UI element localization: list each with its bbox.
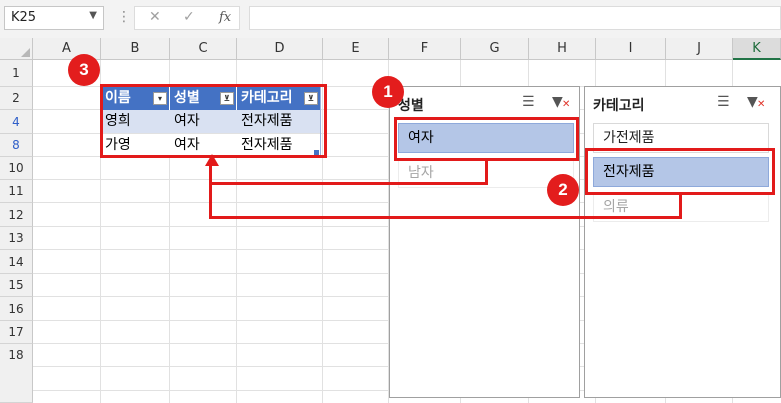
table-cell[interactable]: 여자 <box>170 110 237 133</box>
column-header[interactable]: I <box>596 38 666 60</box>
row-header[interactable]: 4 <box>0 110 33 134</box>
column-header[interactable]: B <box>101 38 170 60</box>
table-header-cell[interactable]: 이름 ▾ <box>101 87 170 110</box>
column-header[interactable]: D <box>237 38 323 60</box>
row-header[interactable]: 11 <box>0 180 33 203</box>
clear-filter-icon[interactable]: ✕ <box>562 99 570 110</box>
row-header[interactable]: 15 <box>0 274 33 297</box>
filter-applied-icon[interactable]: ⊻ <box>220 92 234 105</box>
badge-two: 2 <box>547 174 579 206</box>
row-header[interactable]: 16 <box>0 297 33 321</box>
grid-line <box>322 60 323 403</box>
row-header[interactable]: 14 <box>0 250 33 274</box>
select-all-triangle-icon <box>21 48 30 57</box>
column-header[interactable]: E <box>323 38 389 60</box>
slicer-gender: 성별 ☰ ▼ ✕ 여자 남자 <box>389 86 580 398</box>
row-header[interactable]: 10 <box>0 157 33 180</box>
formula-bar: K25 ▼ ⋮ ✕ ✓ fx <box>0 0 781 39</box>
row-header[interactable]: 18 <box>0 344 33 403</box>
connector-line <box>209 216 682 219</box>
row-header[interactable]: 2 <box>0 87 33 110</box>
slicer-category-title: 카테고리 <box>593 98 645 114</box>
table-cell[interactable]: 전자제품 <box>237 134 321 157</box>
cancel-icon[interactable]: ✕ <box>149 9 161 25</box>
multi-select-icon[interactable]: ☰ <box>717 94 730 110</box>
formula-input[interactable] <box>249 6 781 30</box>
table-resize-handle[interactable] <box>314 150 319 155</box>
clear-filter-icon[interactable]: ✕ <box>757 99 765 110</box>
connector-line <box>209 164 212 219</box>
column-header[interactable]: F <box>389 38 461 60</box>
name-box[interactable]: K25 ▼ <box>4 6 104 30</box>
separator-icon: ⋮ <box>117 9 131 25</box>
column-header[interactable]: J <box>666 38 733 60</box>
enter-icon[interactable]: ✓ <box>183 9 195 25</box>
table-header-label: 이름 <box>105 90 131 106</box>
column-header[interactable]: K <box>733 38 781 60</box>
row-header[interactable]: 8 <box>0 134 33 157</box>
arrow-up-icon <box>205 154 219 166</box>
name-box-value: K25 <box>11 10 37 25</box>
slicer-item-electronics[interactable]: 전자제품 <box>593 157 769 187</box>
row-header[interactable]: 12 <box>0 203 33 227</box>
formula-buttons: ✕ ✓ fx <box>134 6 240 30</box>
table-header-cell[interactable]: 카테고리 ⊻ <box>237 87 321 110</box>
slicer-item-female[interactable]: 여자 <box>398 123 574 153</box>
select-all-corner[interactable] <box>0 38 33 60</box>
row-header[interactable]: 13 <box>0 227 33 250</box>
column-header[interactable]: H <box>529 38 596 60</box>
column-header[interactable]: C <box>170 38 237 60</box>
table-cell[interactable]: 가영 <box>101 134 170 157</box>
table-header-label: 성별 <box>174 90 200 106</box>
filter-applied-icon[interactable]: ⊻ <box>304 92 318 105</box>
chevron-down-icon[interactable]: ▼ <box>89 10 97 21</box>
badge-three: 3 <box>68 54 100 86</box>
row-header[interactable]: 17 <box>0 321 33 344</box>
table-cell[interactable]: 여자 <box>170 134 237 157</box>
table-cell[interactable]: 영희 <box>101 110 170 133</box>
badge-one: 1 <box>372 76 404 108</box>
connector-line <box>209 182 488 185</box>
dropdown-icon[interactable]: ▾ <box>153 92 167 105</box>
table-cell[interactable]: 전자제품 <box>237 110 321 133</box>
table-header-cell[interactable]: 성별 ⊻ <box>170 87 237 110</box>
row-header[interactable]: 1 <box>0 60 33 87</box>
multi-select-icon[interactable]: ☰ <box>522 94 535 110</box>
slicer-category: 카테고리 ☰ ▼ ✕ 가전제품 전자제품 의류 <box>584 86 781 398</box>
slicer-item-appliances[interactable]: 가전제품 <box>593 123 769 153</box>
insert-function-icon[interactable]: fx <box>219 10 231 25</box>
column-header[interactable]: G <box>461 38 529 60</box>
table-header-label: 카테고리 <box>241 90 293 106</box>
